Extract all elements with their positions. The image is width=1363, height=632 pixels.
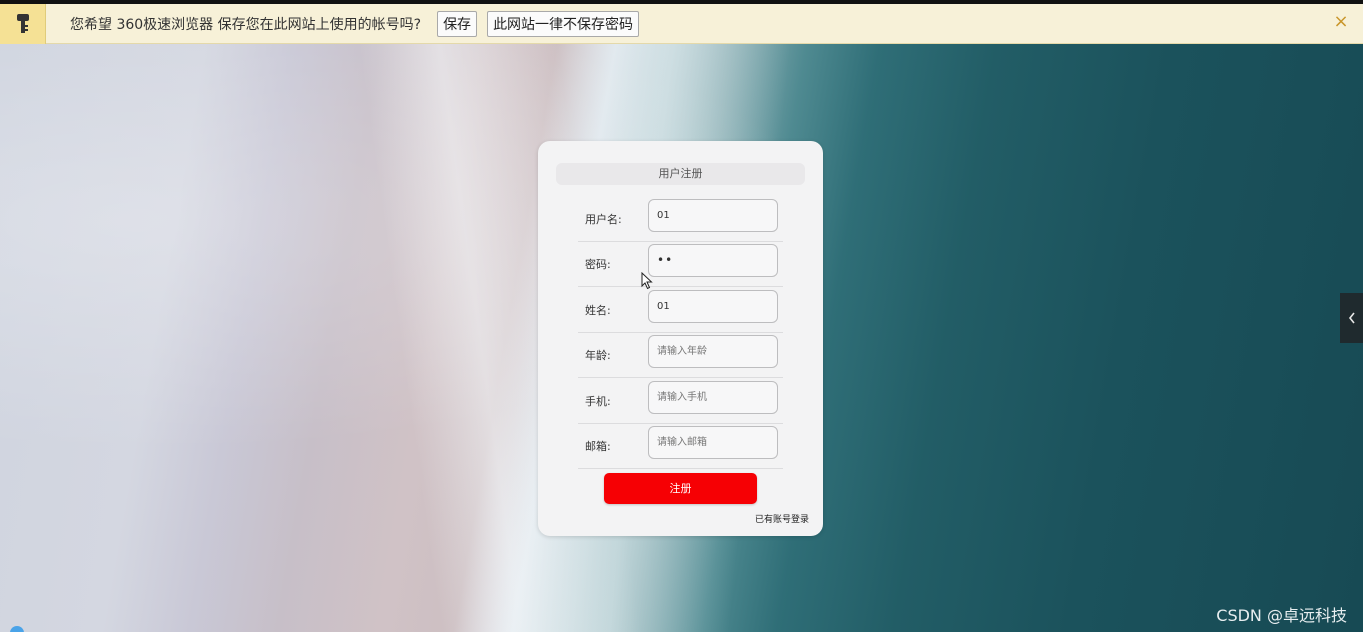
key-icon [0,3,46,44]
save-password-message: 您希望 360极速浏览器 保存您在此网站上使用的帐号吗? [70,16,422,33]
age-row: 年龄: 请输入年龄 [578,333,783,378]
register-button[interactable]: 注册 [604,473,757,504]
password-row: 密码: •• [578,242,783,287]
phone-row: 手机: 请输入手机 [578,379,783,424]
save-button[interactable]: 保存 [437,10,478,37]
name-row: 姓名: 01 [578,288,783,333]
login-link[interactable]: 已有账号登录 [755,512,809,525]
username-label: 用户名: [585,213,622,226]
chevron-left-icon [1348,312,1355,324]
watermark: CSDN @卓远科技 [1216,606,1347,625]
email-row: 邮箱: 请输入邮箱 [578,424,783,469]
password-save-bar: 您希望 360极速浏览器 保存您在此网站上使用的帐号吗? 保存 此网站一律不保存… [0,3,1363,44]
register-card: 用户注册 用户名: 01 密码: •• 姓名: 01 年龄: 请输入年龄 手机:… [538,141,823,536]
side-panel-toggle[interactable] [1340,293,1363,343]
name-label: 姓名: [585,304,611,317]
age-input[interactable]: 请输入年龄 [648,335,778,368]
name-input[interactable]: 01 [648,290,778,323]
phone-input[interactable]: 请输入手机 [648,381,778,414]
close-icon[interactable]: × [1333,13,1349,31]
form-title: 用户注册 [556,163,805,185]
username-row: 用户名: 01 [578,197,783,242]
email-label: 邮箱: [585,440,611,453]
username-input[interactable]: 01 [648,199,778,232]
never-save-button[interactable]: 此网站一律不保存密码 [487,10,640,37]
mouse-cursor-icon [641,272,653,290]
email-input[interactable]: 请输入邮箱 [648,426,778,459]
age-label: 年龄: [585,349,611,362]
phone-label: 手机: [585,395,611,408]
password-input[interactable]: •• [648,244,778,277]
password-label: 密码: [585,258,611,271]
